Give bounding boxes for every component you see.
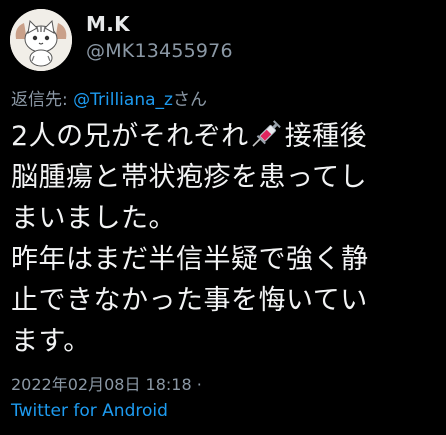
tweet-source-link[interactable]: Twitter for Android (11, 401, 168, 421)
tweet-header: M.K @MK13455976 (10, 8, 233, 72)
tweet-line: 止できなかった事を悔いてい (11, 285, 368, 316)
reply-to-line: 返信先: @Trilliana_zさん (11, 85, 207, 110)
syringe-icon (252, 120, 281, 147)
tweet-line: まいました。 (11, 203, 176, 234)
reply-mention-link[interactable]: @Trilliana_z (73, 90, 173, 110)
display-name[interactable]: M.K (86, 12, 233, 36)
tweet-line-before: 2人の兄がそれぞれ (11, 121, 249, 152)
reply-prefix: 返信先: (11, 90, 74, 110)
tweet-line: 脳腫瘍と帯状疱疹を患ってし (11, 162, 368, 193)
reply-suffix: さん (172, 90, 207, 110)
tweet-line: 2人の兄がそれぞれ 接種後 (11, 116, 441, 157)
tweet-line: 昨年はまだ半信半疑で強く静 (11, 244, 369, 275)
cat-avatar-icon[interactable] (10, 9, 72, 71)
tweet-line-after: 接種後 (284, 121, 368, 152)
tweet-card: M.K @MK13455976 返信先: @Trilliana_zさん 2人の兄… (0, 0, 446, 435)
user-names: M.K @MK13455976 (86, 12, 233, 62)
tweet-line: ます。 (11, 326, 91, 357)
tweet-timestamp[interactable]: 2022年02月08日 18:18 · (11, 371, 202, 395)
user-handle[interactable]: @MK13455976 (86, 40, 233, 62)
tweet-text: 2人の兄がそれぞれ 接種後 脳腫瘍と帯状疱疹を患ってし まいました。 昨年はまだ… (11, 116, 441, 362)
